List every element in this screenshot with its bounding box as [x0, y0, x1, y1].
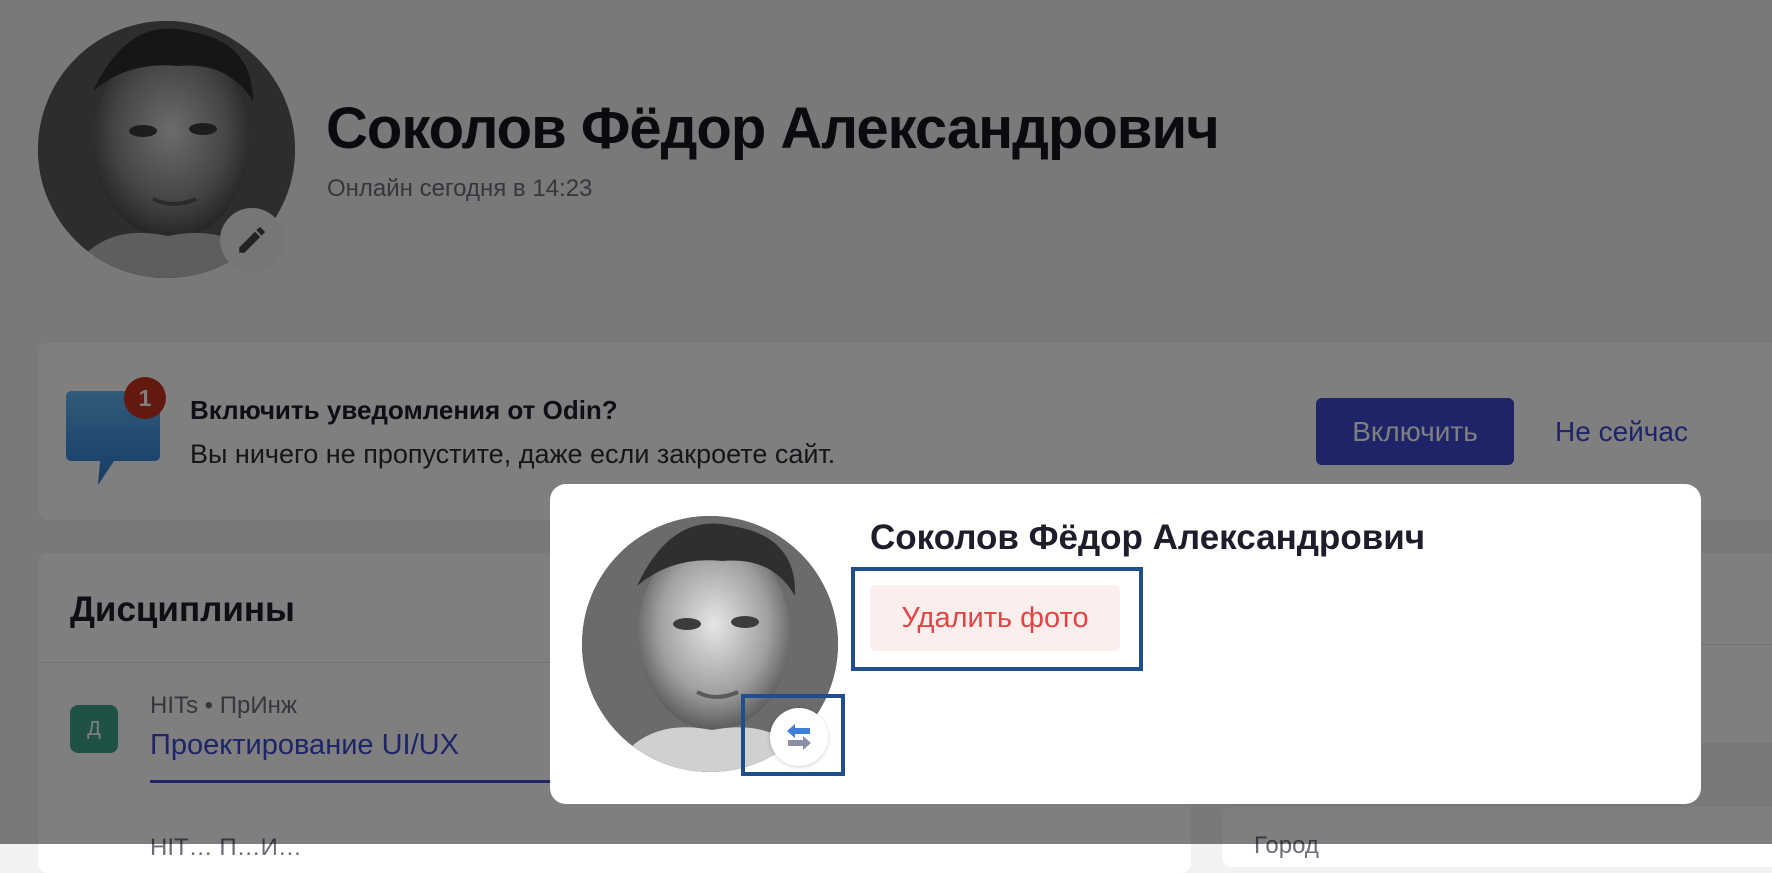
highlight-box — [741, 694, 845, 776]
highlight-box — [851, 567, 1143, 671]
modal-user-name: Соколов Фёдор Александрович — [870, 518, 1426, 557]
